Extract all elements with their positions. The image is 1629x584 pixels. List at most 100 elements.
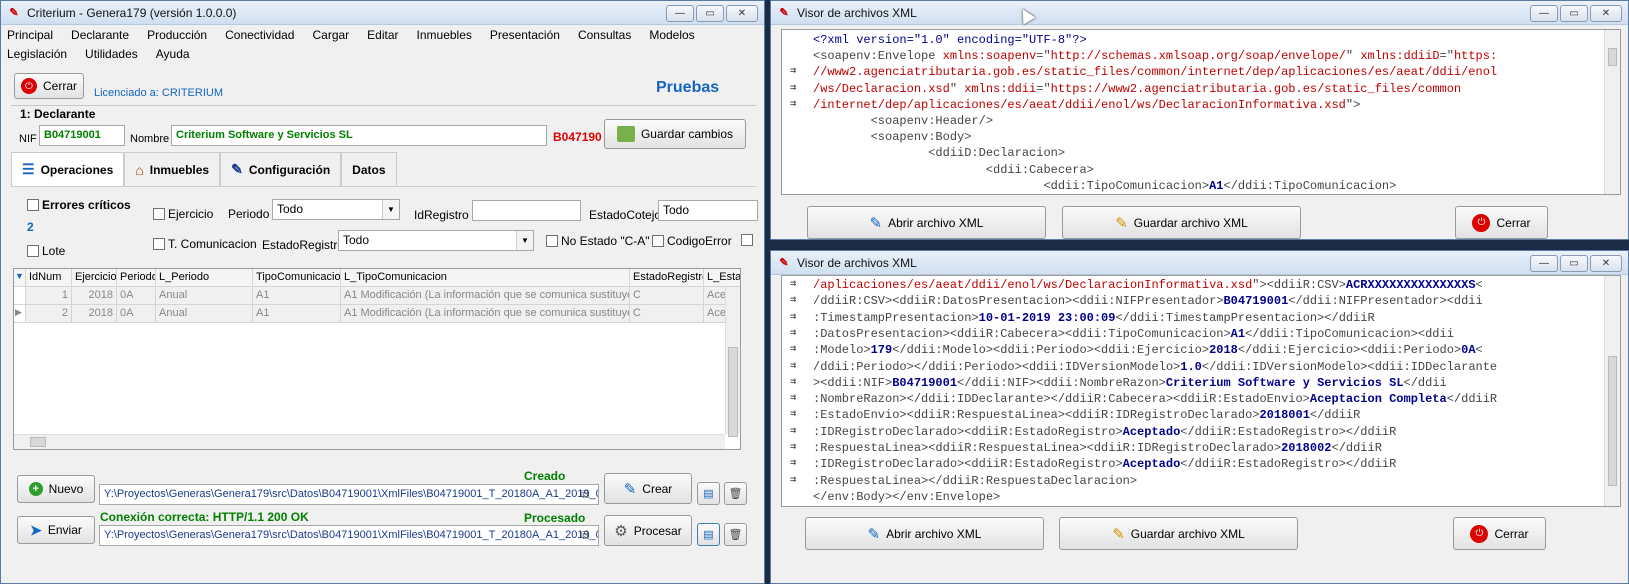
- code-line[interactable]: ⇉:EstadoEnvio><ddiiR:RespuestaLinea><ddi…: [782, 407, 1604, 423]
- lote-checkbox[interactable]: Lote: [27, 244, 65, 258]
- table-cell[interactable]: A1 Modificación (La información que se c…: [341, 305, 630, 323]
- view-xml-button[interactable]: ▤: [697, 523, 720, 546]
- table-cell[interactable]: 2018: [72, 305, 117, 323]
- nombre-field[interactable]: Criterium Software y Servicios SL: [171, 125, 547, 146]
- code-line[interactable]: <soapenv:Envelope xmlns:soapenv="http://…: [782, 48, 1604, 64]
- col-l-tipocomunicacion[interactable]: L_TipoComunicacion: [341, 269, 630, 287]
- code-line[interactable]: ⇉ /ddii:Periodo></ddii:Periodo><ddii:IDVe…: [782, 359, 1604, 375]
- table-row[interactable]: ▶ 2 2018 0A Anual A1 A1 Modificación (La…: [14, 305, 740, 323]
- tab-configuracion[interactable]: ✎ Configuración: [220, 152, 342, 186]
- xml-editor-1[interactable]: <?xml version="1.0" encoding="UTF-8"?> <s…: [781, 29, 1621, 195]
- code-line[interactable]: <soapenv:Body>: [782, 129, 1604, 145]
- close-window-button[interactable]: ✕: [726, 5, 758, 22]
- cerrar-button[interactable]: ⏻ Cerrar: [14, 73, 84, 99]
- close-window-button[interactable]: ✕: [1590, 255, 1622, 272]
- maximize-button[interactable]: ▭: [696, 5, 724, 22]
- minimize-button[interactable]: —: [666, 5, 694, 22]
- table-cell[interactable]: C: [630, 305, 704, 323]
- code-line[interactable]: ⇉ /ddiiR:CSV><ddiiR:DatosPresentacion><dd…: [782, 293, 1604, 309]
- code-line[interactable]: ⇉ /aplicaciones/es/aeat/ddii/enol/ws/Decl…: [782, 277, 1604, 293]
- tab-operaciones[interactable]: ☰ Operaciones: [11, 152, 125, 186]
- scroll-thumb[interactable]: [1608, 48, 1617, 66]
- guardar-xml-button[interactable]: ✎ Guardar archivo XML: [1062, 206, 1301, 239]
- code-line[interactable]: ⇉:IDRegistroDeclarado><ddiiR:EstadoRegis…: [782, 424, 1604, 440]
- table-cell[interactable]: Anual: [156, 287, 253, 305]
- code-line[interactable]: <soapenv:Header/>: [782, 113, 1604, 129]
- extra-checkbox[interactable]: [741, 234, 753, 246]
- estadoregistro-select[interactable]: Todo ▼: [338, 230, 534, 251]
- table-cell[interactable]: 2: [26, 305, 72, 323]
- table-cell[interactable]: 1: [26, 287, 72, 305]
- code-line[interactable]: <ddiiD:Declaracion>: [782, 145, 1604, 161]
- scroll-thumb[interactable]: [1608, 356, 1617, 486]
- tab-inmuebles[interactable]: ⌂ Inmuebles: [124, 152, 221, 186]
- nif-field[interactable]: B04719001: [39, 125, 125, 146]
- code-line[interactable]: ⇉ /internet/dep/aplicaciones/es/aeat/ddii…: [782, 97, 1604, 113]
- table-cell[interactable]: Anual: [156, 305, 253, 323]
- cerrar-viewer-button[interactable]: ⏻ Cerrar: [1453, 517, 1546, 550]
- minimize-button[interactable]: —: [1530, 255, 1558, 272]
- folder-icon[interactable]: ⧉: [581, 528, 590, 543]
- maximize-button[interactable]: ▭: [1560, 255, 1588, 272]
- idregistro-field[interactable]: [472, 200, 581, 221]
- menu-conectividad[interactable]: Conectividad: [225, 28, 294, 47]
- menu-principal[interactable]: Principal: [7, 28, 53, 47]
- xml-editor-2[interactable]: ⇉ /aplicaciones/es/aeat/ddii/enol/ws/Decl…: [781, 275, 1621, 507]
- abrir-xml-button[interactable]: ✎ Abrir archivo XML: [805, 517, 1044, 550]
- col-idnum[interactable]: IdNum: [26, 269, 72, 287]
- code-line[interactable]: ⇉:Modelo>179</ddii:Modelo><ddii:Periodo>…: [782, 342, 1604, 358]
- code-line[interactable]: ⇉:DatosPresentacion><ddiiR:Cabecera><ddi…: [782, 326, 1604, 342]
- errores-criticos-checkbox[interactable]: Errores críticos: [27, 198, 131, 212]
- no-estado-checkbox[interactable]: No Estado "C-A": [546, 234, 650, 248]
- procesar-button[interactable]: ⚙ Procesar: [604, 515, 692, 546]
- path-field-2[interactable]: Y:\Proyectos\Generas\Genera179\src\Datos…: [99, 525, 599, 546]
- enviar-button[interactable]: ➤ Enviar: [17, 516, 95, 544]
- abrir-xml-button[interactable]: ✎ Abrir archivo XML: [807, 206, 1046, 239]
- code-line[interactable]: ⇉:IDRegistroDeclarado><ddiiR:EstadoRegis…: [782, 456, 1604, 472]
- editor-scrollbar[interactable]: [1604, 276, 1620, 506]
- code-line[interactable]: ⇉ ><ddii:NIF>B04719001</ddii:NIF><ddii:No…: [782, 375, 1604, 391]
- minimize-button[interactable]: —: [1530, 5, 1558, 22]
- table-cell[interactable]: A1 Modificación (La información que se c…: [341, 287, 630, 305]
- table-cell[interactable]: C: [630, 287, 704, 305]
- crear-button[interactable]: ✎ Crear: [604, 473, 692, 504]
- menu-produccion[interactable]: Producción: [147, 28, 207, 47]
- view-xml-button[interactable]: ▤: [697, 482, 720, 505]
- table-cell[interactable]: 0A: [117, 305, 156, 323]
- estadocotejo-select[interactable]: Todo: [658, 200, 758, 221]
- close-window-button[interactable]: ✕: [1590, 5, 1622, 22]
- t-comunicacion-checkbox[interactable]: T. Comunicacion: [153, 237, 257, 251]
- folder-icon[interactable]: ⧉: [581, 487, 590, 502]
- menu-ayuda[interactable]: Ayuda: [156, 47, 190, 66]
- table-row[interactable]: 1 2018 0A Anual A1 A1 Modificación (La i…: [14, 287, 740, 305]
- delete-button[interactable]: 🗑: [724, 482, 747, 505]
- code-line[interactable]: ⇉ /ws/Declaracion.xsd" xmlns:ddii="https:…: [782, 81, 1604, 97]
- menu-inmuebles[interactable]: Inmuebles: [417, 28, 472, 47]
- menu-legislacion[interactable]: Legislación: [7, 47, 67, 66]
- path-field-1[interactable]: Y:\Proyectos\Generas\Genera179\src\Datos…: [99, 484, 599, 505]
- col-tipocomunicacion[interactable]: TipoComunicacion: [253, 269, 341, 287]
- grid-vertical-scrollbar[interactable]: [725, 287, 740, 437]
- editor-scrollbar[interactable]: [1604, 30, 1620, 194]
- table-cell[interactable]: A1: [253, 305, 341, 323]
- menu-consultas[interactable]: Consultas: [578, 28, 631, 47]
- col-ejercicio[interactable]: Ejercicio: [72, 269, 117, 287]
- code-line[interactable]: ⇉:TimestampPresentacion>10-01-2019 23:00…: [782, 310, 1604, 326]
- col-estadoregistro[interactable]: EstadoRegistro: [630, 269, 704, 287]
- scroll-thumb[interactable]: [30, 437, 46, 447]
- codigo-error-checkbox[interactable]: CodigoError: [652, 234, 732, 248]
- col-l-periodo[interactable]: L_Periodo: [156, 269, 253, 287]
- ejercicio-checkbox[interactable]: Ejercicio: [153, 207, 213, 221]
- tab-datos[interactable]: Datos: [341, 152, 397, 186]
- menu-editar[interactable]: Editar: [367, 28, 398, 47]
- menu-modelos[interactable]: Modelos: [649, 28, 694, 47]
- code-line[interactable]: ⇉ //www2.agenciatributaria.gob.es/static_…: [782, 64, 1604, 80]
- table-cell[interactable]: 0A: [117, 287, 156, 305]
- table-cell[interactable]: A1: [253, 287, 341, 305]
- cerrar-viewer-button[interactable]: ⏻ Cerrar: [1455, 206, 1548, 239]
- maximize-button[interactable]: ▭: [1560, 5, 1588, 22]
- menu-declarante[interactable]: Declarante: [71, 28, 129, 47]
- menu-cargar[interactable]: Cargar: [312, 28, 349, 47]
- delete-button[interactable]: 🗑: [724, 523, 747, 546]
- code-line[interactable]: ⇉:RespuestaLinea></ddiiR:RespuestaDeclar…: [782, 473, 1604, 489]
